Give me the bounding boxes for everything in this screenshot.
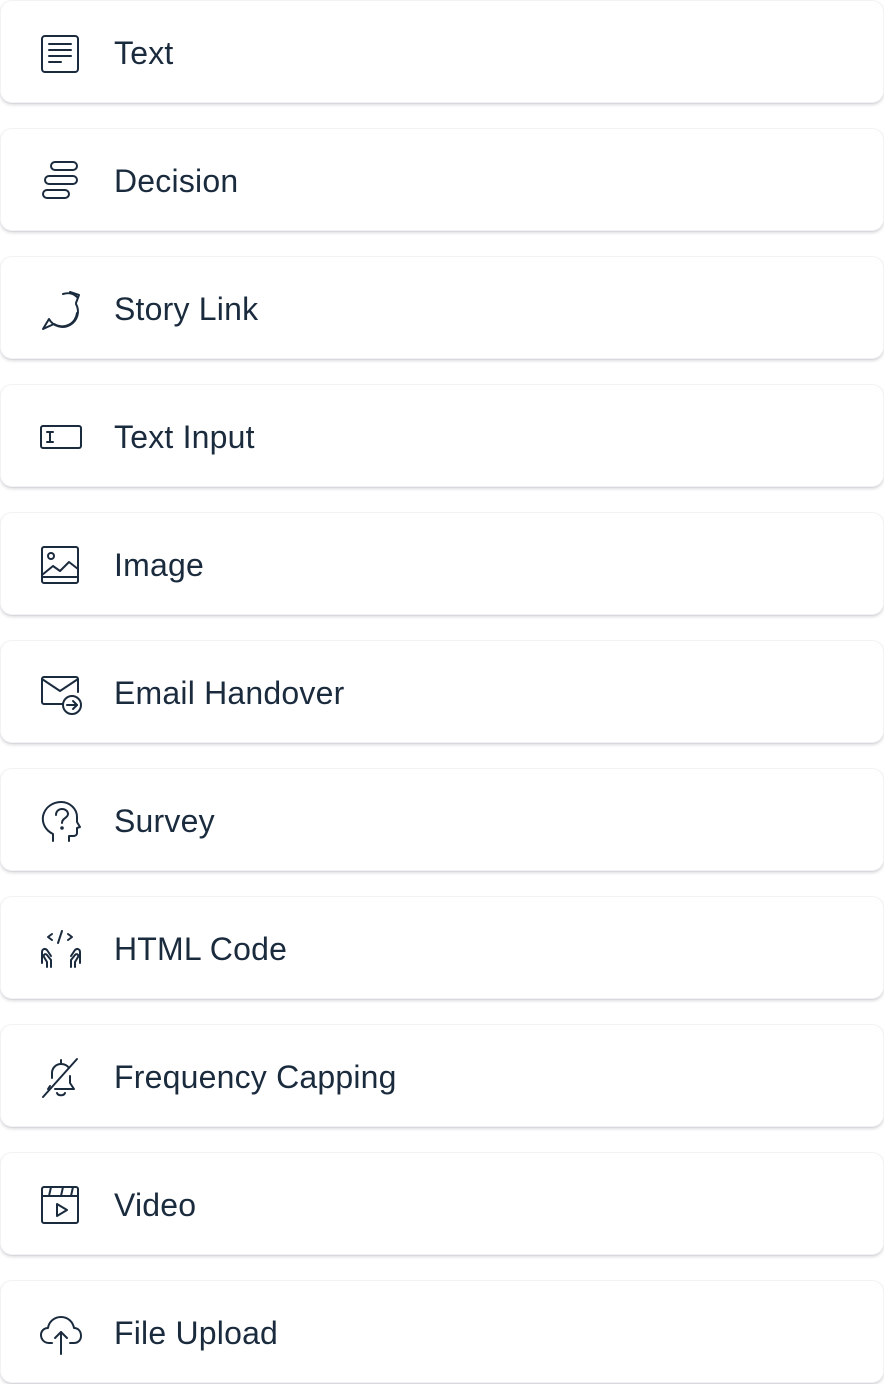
list-item-image[interactable]: Image xyxy=(0,512,884,615)
list-item-label: Video xyxy=(114,1187,197,1223)
list-item-label: Text Input xyxy=(114,419,255,455)
list-item-label: File Upload xyxy=(114,1315,279,1351)
list-item-video[interactable]: Video xyxy=(0,1152,884,1255)
list-item-label: Image xyxy=(114,547,204,583)
text-input-icon xyxy=(39,416,83,460)
list-item-label: Text xyxy=(114,35,174,71)
survey-question-icon xyxy=(39,800,83,844)
list-item-email-handover[interactable]: Email Handover xyxy=(0,640,884,743)
list-item-label: Email Handover xyxy=(114,675,345,711)
list-item-label: Survey xyxy=(114,803,215,839)
list-item-story-link[interactable]: Story Link xyxy=(0,256,884,359)
story-link-icon xyxy=(39,288,83,332)
list-item-label: HTML Code xyxy=(114,931,288,967)
image-icon xyxy=(39,544,83,588)
list-item-decision[interactable]: Decision xyxy=(0,128,884,231)
list-item-text[interactable]: Text xyxy=(0,0,884,103)
decision-bars-icon xyxy=(39,160,83,204)
list-item-frequency-capping[interactable]: Frequency Capping xyxy=(0,1024,884,1127)
list-item-html-code[interactable]: HTML Code xyxy=(0,896,884,999)
bell-off-icon xyxy=(39,1056,83,1100)
text-document-icon xyxy=(39,32,83,76)
video-icon xyxy=(39,1184,83,1228)
list-item-file-upload[interactable]: File Upload xyxy=(0,1280,884,1383)
html-code-icon xyxy=(39,928,83,972)
list-item-label: Story Link xyxy=(114,291,259,327)
email-handover-icon xyxy=(39,672,83,716)
element-type-list: Text Decision Story Link Text Input Imag… xyxy=(0,0,884,1384)
list-item-label: Decision xyxy=(114,163,239,199)
cloud-upload-icon xyxy=(39,1312,83,1356)
list-item-label: Frequency Capping xyxy=(114,1059,397,1095)
list-item-text-input[interactable]: Text Input xyxy=(0,384,884,487)
list-item-survey[interactable]: Survey xyxy=(0,768,884,871)
